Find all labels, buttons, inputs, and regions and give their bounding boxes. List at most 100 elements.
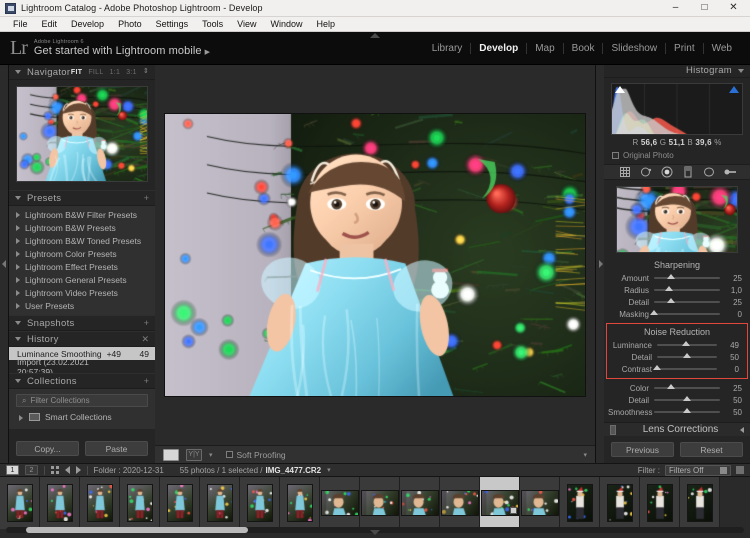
slider-row[interactable]: Detail 25 [604, 296, 750, 308]
menu-view[interactable]: View [230, 17, 263, 32]
histogram-graph[interactable] [611, 82, 743, 135]
slider-knob[interactable] [653, 365, 661, 371]
slider-track[interactable] [654, 408, 720, 414]
filmstrip-thumbnail[interactable] [280, 477, 320, 529]
reset-button[interactable]: Reset [680, 442, 743, 457]
page-2-button[interactable]: 2 [25, 465, 38, 475]
filmstrip-thumbnail[interactable] [40, 477, 80, 529]
slider-knob[interactable] [683, 408, 691, 414]
module-slideshow[interactable]: Slideshow [602, 42, 665, 54]
presets-add-button[interactable]: + [144, 193, 149, 203]
highlight-clipping-icon[interactable] [729, 85, 739, 93]
shadow-clipping-icon[interactable] [615, 85, 625, 93]
close-button[interactable]: ✕ [719, 0, 748, 17]
slider-track[interactable] [653, 365, 717, 371]
copy-button[interactable]: Copy... [16, 441, 79, 456]
history-clear-button[interactable]: ✕ [141, 334, 149, 345]
slider-knob[interactable] [666, 274, 675, 280]
lens-corrections-switch[interactable] [610, 424, 616, 435]
slider-knob[interactable] [666, 298, 675, 304]
menu-tools[interactable]: Tools [195, 17, 230, 32]
slider-row[interactable]: Contrast 0 [607, 363, 747, 375]
slider-track[interactable] [654, 286, 720, 292]
presets-header[interactable]: Presets + [9, 191, 155, 206]
filmstrip-thumbnail[interactable] [200, 477, 240, 529]
filmstrip-thumbnail[interactable] [120, 477, 160, 529]
toolbar-options-caret-icon[interactable]: ▾ [583, 451, 587, 459]
navigator-zoom-stepper[interactable]: ⇕ [143, 68, 149, 75]
identity-title[interactable]: Get started with Lightroom mobile ▶ [34, 45, 210, 58]
menu-photo[interactable]: Photo [111, 17, 149, 32]
collections-header[interactable]: Collections + [9, 374, 155, 389]
slider-row[interactable]: Detail 50 [604, 394, 750, 406]
navigator-zoom-1-1[interactable]: 1:1 [110, 69, 121, 76]
module-book[interactable]: Book [562, 42, 603, 54]
preset-group[interactable]: Lightroom B&W Filter Presets [9, 208, 155, 221]
adjustment-brush-icon[interactable] [724, 166, 736, 178]
slider-knob[interactable] [683, 396, 691, 402]
right-panel-edge[interactable] [595, 65, 604, 463]
menu-settings[interactable]: Settings [149, 17, 196, 32]
collections-add-button[interactable]: + [144, 376, 149, 386]
preset-group[interactable]: Lightroom B&W Presets [9, 221, 155, 234]
red-eye-icon[interactable] [661, 166, 673, 178]
slider-track[interactable] [654, 274, 720, 280]
slider-row[interactable]: Amount 25 [604, 272, 750, 284]
maximize-button[interactable]: □ [690, 0, 719, 17]
slider-knob[interactable] [682, 341, 691, 347]
photo-viewport[interactable] [155, 65, 595, 445]
slider-knob[interactable] [664, 286, 673, 292]
filmstrip-thumbnail[interactable] [480, 477, 520, 529]
radial-filter-icon[interactable] [703, 166, 715, 178]
folder-label[interactable]: Folder : 2020-12-31 [94, 466, 164, 475]
navigator-zoom-fill[interactable]: FILL [88, 69, 103, 76]
preset-group[interactable]: Lightroom Video Presets [9, 286, 155, 299]
navigator-zoom-3-1[interactable]: 3:1 [126, 69, 137, 76]
arrow-right-icon[interactable] [75, 466, 81, 474]
top-panel-toggle-icon[interactable] [370, 33, 380, 38]
detail-preview[interactable] [616, 186, 738, 254]
lens-corrections-header[interactable]: Lens Corrections [604, 422, 750, 436]
module-library[interactable]: Library [424, 43, 471, 54]
menu-develop[interactable]: Develop [64, 17, 111, 32]
crop-overlay-icon[interactable] [619, 166, 631, 178]
slider-track[interactable] [654, 298, 720, 304]
original-photo-checkbox[interactable] [612, 151, 619, 159]
main-photo[interactable] [165, 114, 585, 396]
identity-plate[interactable]: Lr Adobe Lightroom 6 Get started with Li… [0, 38, 210, 58]
slider-row[interactable]: Luminance 49 [607, 339, 747, 351]
spot-removal-icon[interactable] [640, 166, 652, 178]
minimize-button[interactable]: – [661, 0, 690, 17]
preset-group[interactable]: Lightroom Color Presets [9, 247, 155, 260]
slider-track[interactable] [650, 310, 720, 316]
before-after-icon[interactable]: Y|Y [186, 448, 202, 461]
preset-group[interactable]: Lightroom Effect Presets [9, 260, 155, 273]
module-web[interactable]: Web [702, 42, 740, 54]
history-item[interactable]: Import (23.02.2021 20:57:39) [9, 357, 155, 377]
menu-edit[interactable]: Edit [35, 17, 65, 32]
slider-row[interactable]: Smoothness 50 [604, 406, 750, 418]
collections-filter-input[interactable]: ⌕ Filter Collections [16, 394, 148, 407]
page-1-button[interactable]: 1 [6, 465, 19, 475]
filmstrip-thumbnail[interactable] [440, 477, 480, 529]
slider-row[interactable]: Masking 0 [604, 308, 750, 320]
menu-help[interactable]: Help [310, 17, 343, 32]
slider-row[interactable]: Detail 50 [607, 351, 747, 363]
menu-file[interactable]: File [6, 17, 35, 32]
filmstrip-toggle-icon[interactable] [370, 530, 380, 535]
navigator-preview[interactable] [16, 86, 148, 182]
preset-group[interactable]: User Presets [9, 299, 155, 312]
filmstrip-scroll-thumb[interactable] [26, 527, 248, 533]
slider-track[interactable] [657, 341, 717, 347]
filmstrip-thumbnail[interactable] [80, 477, 120, 529]
current-filename[interactable]: IMG_4477.CR2 [266, 466, 322, 475]
filename-caret-icon[interactable]: ▾ [327, 466, 331, 474]
paste-button[interactable]: Paste [85, 441, 148, 456]
grid-view-icon[interactable] [51, 466, 59, 474]
slider-row[interactable]: Color 25 [604, 382, 750, 394]
snapshots-header[interactable]: Snapshots + [9, 316, 155, 331]
slider-knob[interactable] [650, 310, 658, 316]
original-photo-toggle[interactable]: Original Photo [604, 149, 750, 164]
soft-proofing-toggle[interactable]: Soft Proofing [225, 450, 286, 460]
filmstrip-thumbnail[interactable] [600, 477, 640, 529]
